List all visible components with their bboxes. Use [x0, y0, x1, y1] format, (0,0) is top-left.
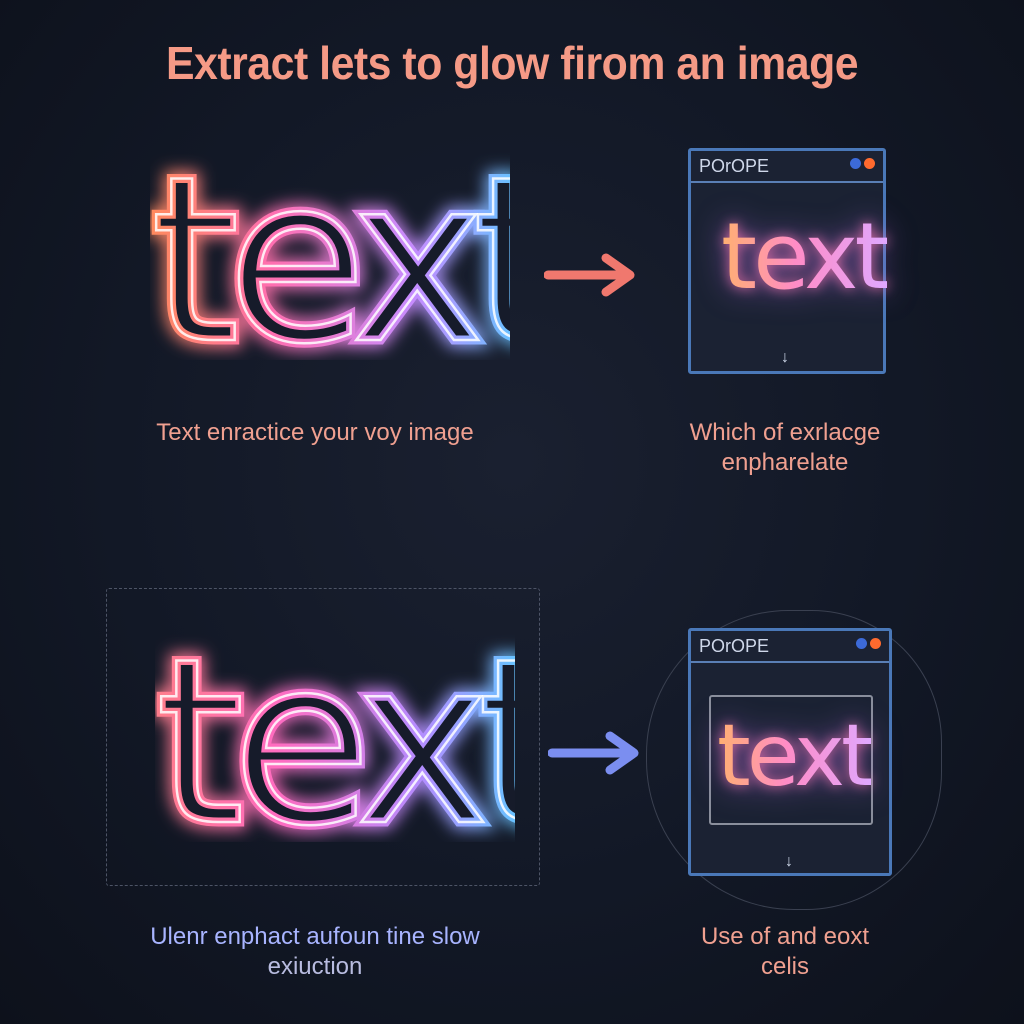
close-icon[interactable]: [870, 638, 881, 649]
caption-line: exiuction: [267, 953, 363, 980]
caption-top-right: Which of exrlacge enpharelate: [630, 418, 940, 478]
popup-title-bar: POrOPE: [691, 151, 883, 183]
window-controls[interactable]: [856, 638, 881, 649]
popup-title: POrOPE: [699, 155, 770, 176]
caption-line: Which of exrlacge: [689, 419, 881, 446]
glow-text-bottom-svg: text text text: [148, 603, 583, 884]
minimize-icon[interactable]: [850, 158, 861, 169]
popup-window-bottom[interactable]: POrOPE text ↓: [688, 628, 892, 876]
caption-line: enpharelate: [721, 449, 849, 476]
glow-core: text: [155, 612, 515, 842]
caption-top-left: Text enractice your voy image: [156, 419, 474, 446]
caption-bottom-left: Ulenr enphact aufoun tine slow exiuction: [100, 922, 530, 982]
caption-line: Use of and eoxt: [700, 923, 870, 950]
arrow-right-icon: [548, 731, 639, 775]
caption-line: celis: [760, 953, 809, 980]
glow-text-top-svg: text text text: [143, 121, 578, 402]
caption-line: Ulenr enphact aufoun tine slow: [150, 923, 480, 950]
popup-title-bar: POrOPE: [691, 631, 889, 663]
download-icon[interactable]: ↓: [785, 853, 793, 871]
window-controls[interactable]: [850, 158, 875, 169]
popup-glow-text: text: [721, 203, 891, 310]
glow-text-top: text text text: [143, 121, 578, 402]
page-title: Extract lets to glow firom an image: [165, 37, 859, 89]
download-icon[interactable]: ↓: [781, 349, 789, 367]
close-icon[interactable]: [864, 158, 875, 169]
popup-title: POrOPE: [699, 635, 770, 656]
caption-bottom-right: Use of and eoxt celis: [640, 922, 930, 982]
popup-window-top[interactable]: POrOPE text ↓: [688, 148, 891, 374]
arrow-right-icon: [544, 253, 635, 297]
popup-glow-text: text: [717, 706, 875, 806]
glow-text-bottom: text text text: [148, 603, 583, 884]
minimize-icon[interactable]: [856, 638, 867, 649]
glow-core: text: [150, 130, 510, 360]
